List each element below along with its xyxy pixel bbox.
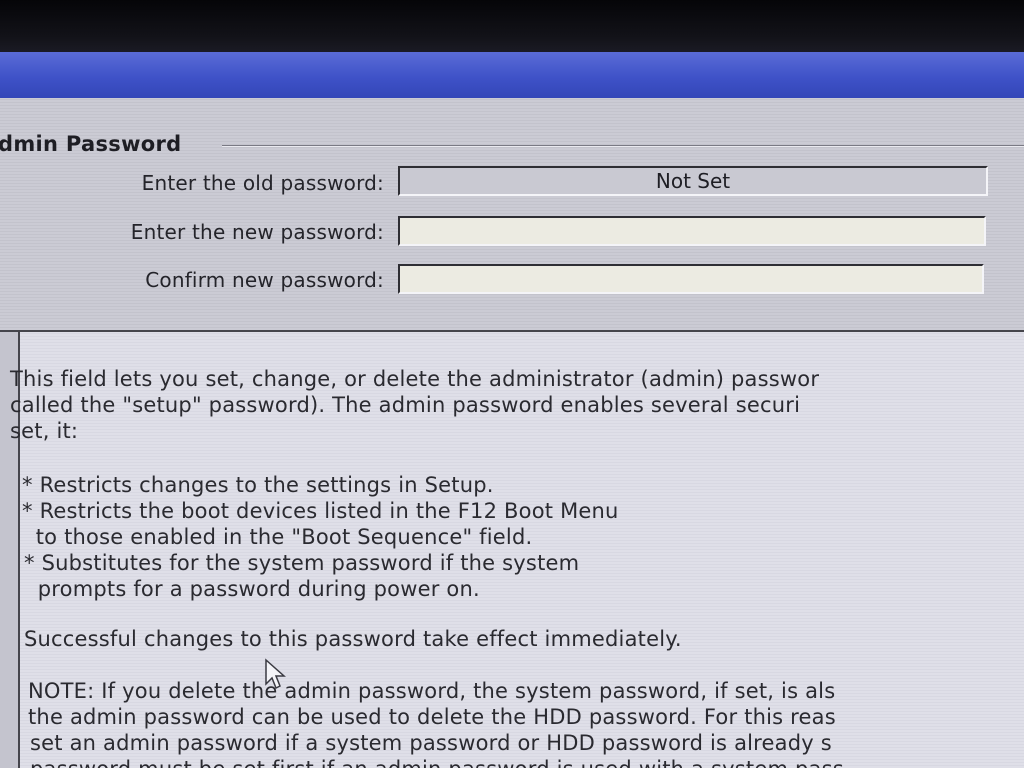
help-bullet: * Restricts the boot devices listed in t… [22,499,619,523]
monitor-bezel [0,0,1024,52]
old-password-field[interactable]: Not Set [398,166,988,196]
help-effect-text: Successful changes to this password take… [24,627,682,651]
help-bullet-continued: to those enabled in the "Boot Sequence" … [22,525,533,549]
help-note-line: NOTE: If you delete the admin password, … [28,679,836,703]
bios-screen: dmin Password Enter the old password: No… [0,0,1024,768]
help-note-line: password must be set first if an admin p… [30,756,844,768]
group-divider [222,145,1024,147]
old-password-label: Enter the old password: [141,171,384,195]
title-bar [0,52,1024,98]
admin-password-dialog: dmin Password Enter the old password: No… [0,98,1024,330]
help-note-line: the admin password can be used to delete… [28,705,836,729]
help-intro-line: called the "setup" password). The admin … [10,393,801,417]
help-bullet: * Restricts changes to the settings in S… [22,473,494,497]
new-password-field[interactable] [398,216,986,246]
confirm-password-label: Confirm new password: [145,268,384,292]
help-intro-line: This field lets you set, change, or dele… [10,367,820,391]
mouse-pointer-icon [265,658,286,690]
help-text-pane[interactable]: This field lets you set, change, or dele… [0,330,1024,768]
help-bullet: * Substitutes for the system password if… [24,551,580,575]
help-note-line: set an admin password if a system passwo… [30,731,832,755]
group-title: dmin Password [0,132,182,156]
confirm-password-field[interactable] [398,264,984,294]
help-bullet-continued: prompts for a password during power on. [24,577,480,601]
help-intro-line: set, it: [10,419,79,443]
new-password-label: Enter the new password: [130,220,384,244]
